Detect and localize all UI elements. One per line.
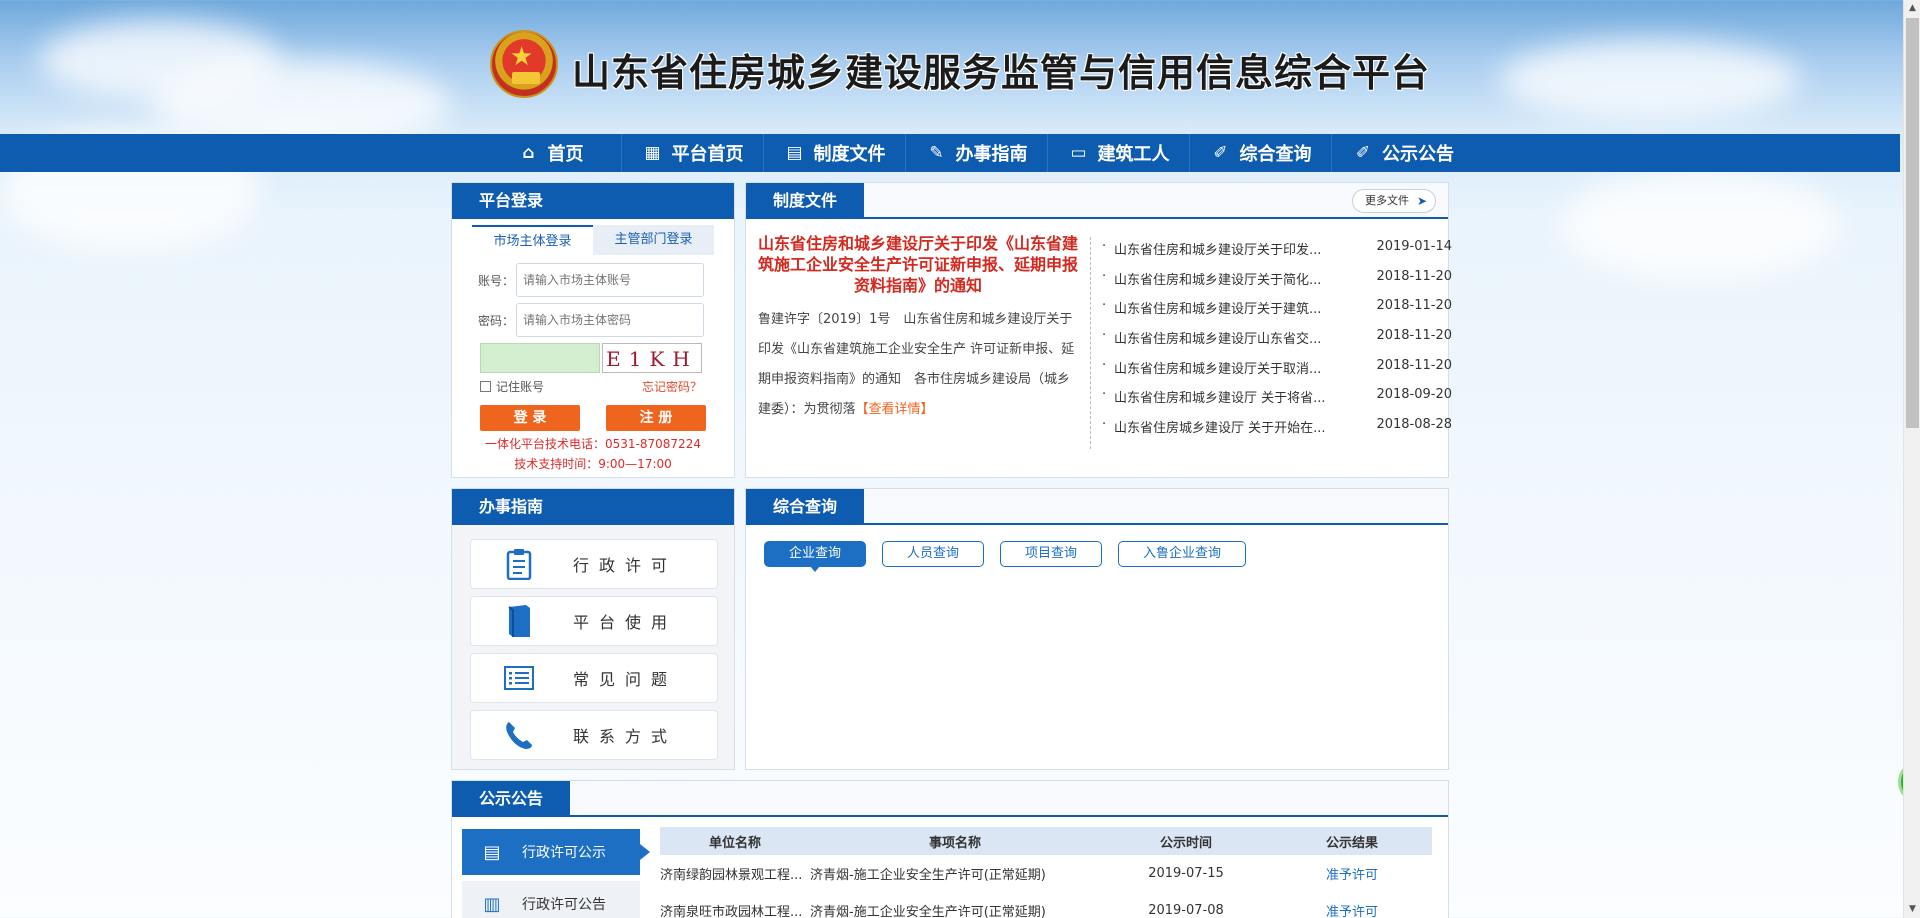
- document-icon: ▤: [483, 841, 501, 863]
- remember-checkbox[interactable]: [480, 381, 491, 392]
- password-input[interactable]: [516, 303, 704, 337]
- tab-personnel-query[interactable]: 人员查询: [882, 541, 985, 567]
- login-tabs: 市场主体登录 主管部门登录: [472, 225, 714, 255]
- tab-inbound-enterprise-query[interactable]: 入鲁企业查询: [1118, 541, 1247, 567]
- guide-icon: ✎: [929, 143, 944, 163]
- table-header-row: 单位名称 事项名称 公示时间 公示结果: [660, 827, 1432, 855]
- table-row[interactable]: 济南泉旺市政园林工程... 济青烟-施工企业安全生产许可(正常延期) 2019-…: [660, 892, 1432, 918]
- regulations-panel: 制度文件 更多文件 ➤ 山东省住房和城乡建设厅关于印发《山东省建筑施工企业安全生产…: [745, 182, 1452, 478]
- list-item[interactable]: 山东省住房城乡建设厅 关于开始在...2018-08-28: [1102, 417, 1452, 447]
- main-nav: ⌂ 首页 ▦ 平台首页 ▤ 制度文件 ✎ 办事指南 ▭ 建筑工人 ✐ 综合查询 ✐ 公示公告: [0, 134, 1900, 172]
- notices-panel: 公示公告 ▤ 行政许可公示 ▥ 行政许可公告 单位名称 事项名称 公示时间 公示结果…: [451, 780, 1449, 918]
- support-phone: 一体化平台技术电话：0531-87087224: [485, 437, 701, 451]
- nav-platform-home[interactable]: ▦ 平台首页: [622, 134, 764, 172]
- vertical-scrollbar[interactable]: ▲ ▼: [1903, 0, 1920, 918]
- tab-admin-permit-notice[interactable]: ▤ 行政许可公示: [462, 829, 650, 875]
- result-link[interactable]: 准予许可: [1272, 855, 1432, 892]
- guide-platform-use[interactable]: 平台使用: [470, 596, 718, 646]
- grid-icon: ▦: [644, 143, 661, 163]
- site-header: ★ 山东省住房城乡建设服务监管与信用信息综合平台: [0, 0, 1900, 134]
- notices-panel-title: 公示公告: [452, 781, 571, 817]
- laptop-icon: ▭: [1070, 143, 1087, 163]
- captcha-input[interactable]: [480, 343, 600, 373]
- edit-icon: ✐: [1355, 143, 1371, 163]
- list-item[interactable]: 山东省住房和城乡建设厅关于取消...2018-11-20: [1102, 358, 1452, 388]
- book-icon: ▥: [483, 893, 501, 915]
- query-tabs: 企业查询 人员查询 项目查询 入鲁企业查询: [764, 541, 1262, 572]
- guide-panel-title: 办事指南: [452, 489, 571, 525]
- tab-project-query[interactable]: 项目查询: [1000, 541, 1103, 567]
- query-panel: 综合查询 企业查询 人员查询 项目查询 入鲁企业查询: [745, 488, 1449, 770]
- doc-list: 山东省住房和城乡建设厅关于印发...2019-01-14 山东省住房和城乡建设厅…: [1102, 239, 1452, 447]
- featured-doc-title[interactable]: 山东省住房和城乡建设厅关于印发《山东省建筑施工企业安全生产许可证新申报、延期申报…: [758, 233, 1078, 296]
- column-header: 公示结果: [1272, 827, 1432, 855]
- guide-contact[interactable]: 联系方式: [470, 710, 718, 760]
- tab-admin-permit-announcement[interactable]: ▥ 行政许可公告: [462, 881, 640, 918]
- login-button[interactable]: 登 录: [480, 405, 580, 431]
- notices-table: 单位名称 事项名称 公示时间 公示结果 济南绿韵园林景观工程... 济青烟-施工…: [660, 827, 1432, 918]
- clipboard-icon: [499, 546, 539, 582]
- column-header: 事项名称: [810, 827, 1100, 855]
- guide-faq[interactable]: 常见问题: [470, 653, 718, 703]
- arrow-right-icon: ➤: [1416, 194, 1427, 208]
- tab-enterprise-query[interactable]: 企业查询: [764, 541, 867, 572]
- captcha-image[interactable]: E1KH: [602, 343, 702, 373]
- login-panel: 平台登录 市场主体登录 主管部门登录 账号： 密码： E1KH 记住账号 忘记密…: [451, 182, 735, 478]
- column-header: 单位名称: [660, 827, 810, 855]
- remember-account[interactable]: 记住账号: [480, 378, 544, 395]
- home-icon: ⌂: [522, 143, 535, 163]
- nav-workers[interactable]: ▭ 建筑工人: [1048, 134, 1190, 172]
- more-files-button[interactable]: 更多文件 ➤: [1352, 189, 1436, 213]
- guide-admin-permit[interactable]: 行政许可: [470, 539, 718, 589]
- list-item[interactable]: 山东省住房和城乡建设厅 关于将省...2018-09-20: [1102, 387, 1452, 417]
- edit-icon: ✐: [1213, 143, 1228, 163]
- view-detail-link[interactable]: 【查看详情】: [856, 402, 934, 417]
- regulations-title: 制度文件: [746, 183, 865, 219]
- password-row: 密码：: [478, 303, 704, 337]
- result-link[interactable]: 准予许可: [1272, 892, 1432, 918]
- register-button[interactable]: 注 册: [606, 405, 706, 431]
- guide-panel: 办事指南 行政许可 平台使用 常见问题 联系方式: [451, 488, 735, 770]
- nav-guide[interactable]: ✎ 办事指南: [906, 134, 1048, 172]
- list-icon: [499, 660, 539, 696]
- password-label: 密码：: [478, 313, 515, 328]
- nav-regulations[interactable]: ▤ 制度文件: [764, 134, 906, 172]
- phone-icon: [499, 717, 539, 753]
- forgot-password-link[interactable]: 忘记密码？: [642, 378, 702, 395]
- featured-doc-summary: 鲁建许字〔2019〕1号 山东省住房和城乡建设厅关于印发《山东省建筑施工企业安全…: [758, 312, 1075, 417]
- list-item[interactable]: 山东省住房和城乡建设厅山东省交...2018-11-20: [1102, 328, 1452, 358]
- book-icon: [499, 603, 539, 639]
- table-row[interactable]: 济南绿韵园林景观工程... 济青烟-施工企业安全生产许可(正常延期) 2019-…: [660, 855, 1432, 892]
- nav-home[interactable]: ⌂ 首页: [480, 134, 622, 172]
- document-icon: ▤: [786, 143, 803, 163]
- nav-query[interactable]: ✐ 综合查询: [1190, 134, 1332, 172]
- national-emblem-logo: ★: [490, 30, 558, 98]
- account-input[interactable]: [516, 263, 704, 297]
- query-panel-title: 综合查询: [746, 489, 865, 525]
- list-item[interactable]: 山东省住房和城乡建设厅关于印发...2019-01-14: [1102, 239, 1452, 269]
- list-item[interactable]: 山东省住房和城乡建设厅关于简化...2018-11-20: [1102, 269, 1452, 299]
- scroll-up-icon[interactable]: ▲: [1904, 0, 1920, 17]
- site-title: 山东省住房城乡建设服务监管与信用信息综合平台: [572, 51, 1431, 95]
- support-time: 技术支持时间：9:00—17:00: [514, 457, 672, 471]
- divider: [1090, 237, 1091, 449]
- account-label: 账号：: [478, 273, 515, 288]
- scroll-down-icon[interactable]: ▼: [1904, 901, 1920, 918]
- list-item[interactable]: 山东省住房和城乡建设厅关于建筑...2018-11-20: [1102, 298, 1452, 328]
- nav-notices[interactable]: ✐ 公示公告: [1332, 134, 1474, 172]
- login-panel-title: 平台登录: [452, 183, 571, 219]
- tab-market-login[interactable]: 市场主体登录: [472, 225, 593, 255]
- tab-dept-login[interactable]: 主管部门登录: [593, 225, 714, 255]
- account-row: 账号：: [478, 263, 704, 297]
- column-header: 公示时间: [1100, 827, 1272, 855]
- scroll-thumb[interactable]: [1906, 18, 1919, 428]
